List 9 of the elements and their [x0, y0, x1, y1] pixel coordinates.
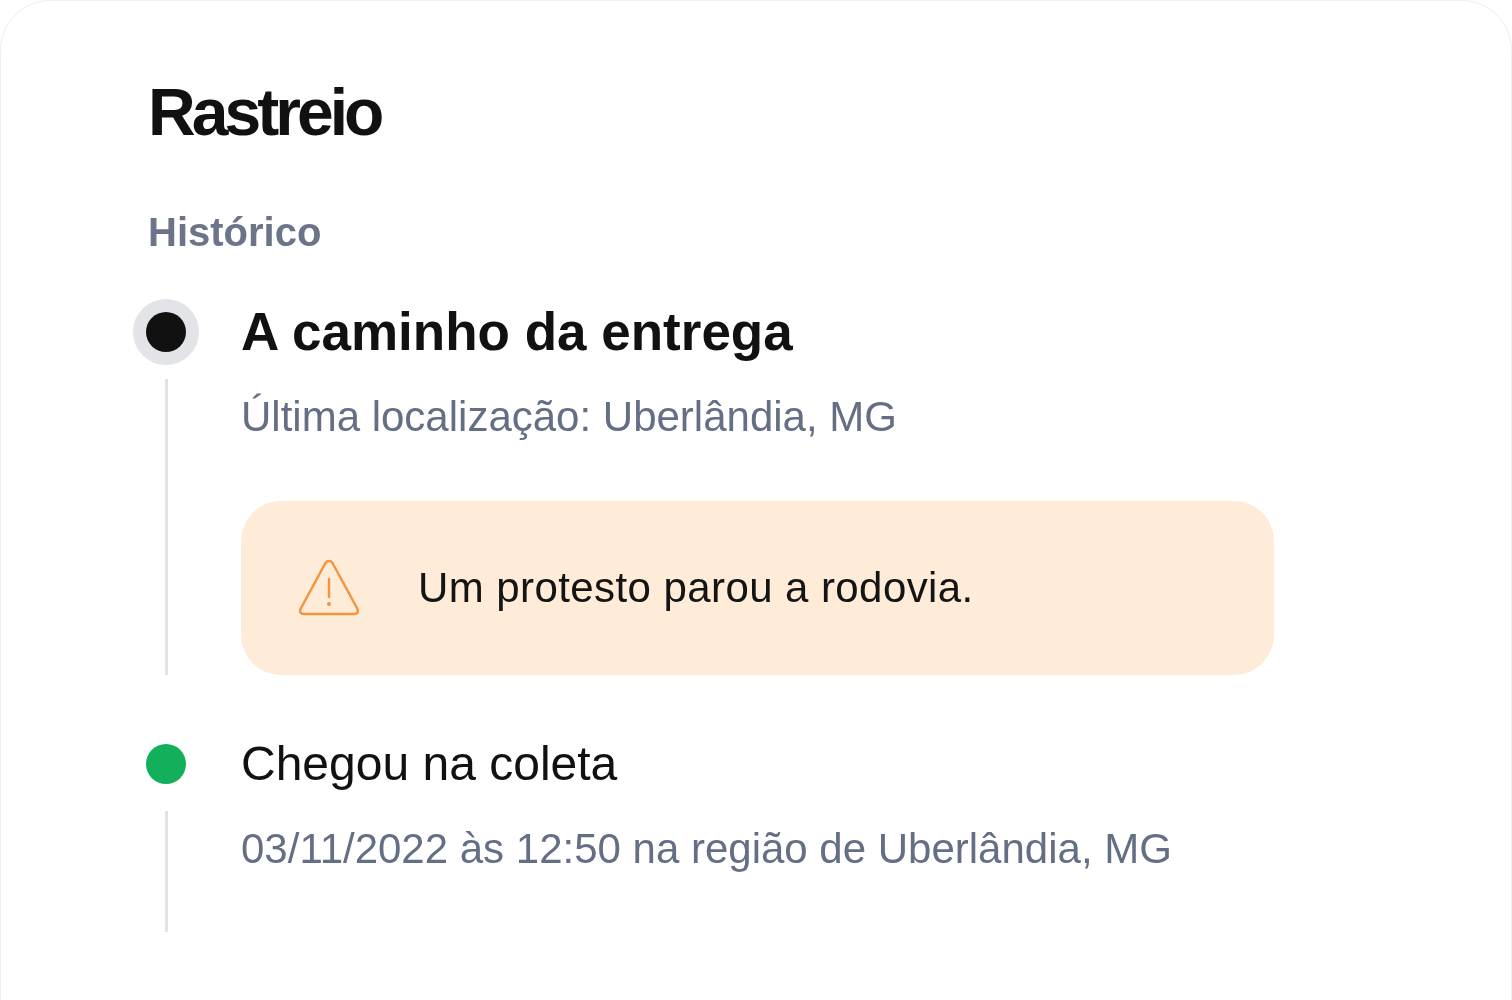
- page-title: Rastreio: [148, 79, 381, 145]
- event-title: A caminho da entrega: [241, 301, 793, 363]
- warning-icon: [299, 560, 359, 616]
- event-detail: 03/11/2022 às 12:50 na região de Uberlândia, MG: [241, 825, 1172, 873]
- event-detail: Última localização: Uberlândia, MG: [241, 393, 897, 441]
- section-heading: Histórico: [148, 212, 322, 252]
- status-dot-icon: [133, 299, 199, 365]
- event-title: Chegou na coleta: [241, 736, 618, 792]
- alert-message: Um protesto parou a rodovia.: [418, 564, 974, 612]
